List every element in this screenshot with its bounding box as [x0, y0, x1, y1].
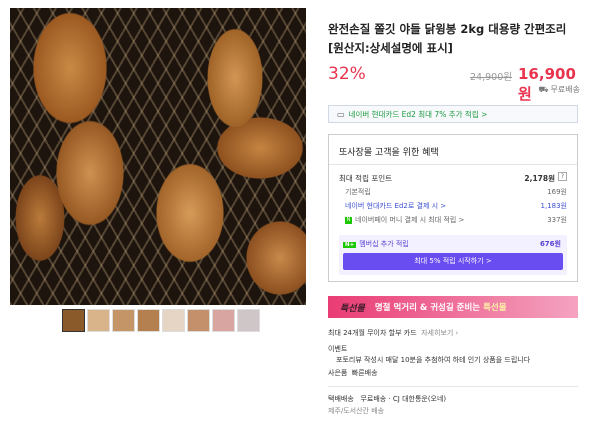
max-points-value: 2,178원	[524, 174, 555, 183]
divider	[329, 164, 577, 165]
thumbnail[interactable]	[137, 309, 160, 332]
promo-text-highlight: 특선몰	[483, 303, 507, 313]
membership-label: N+ 멤버십 추가 적립	[343, 239, 409, 249]
promo-banner[interactable]: 특선몰 명절 먹거리 & 귀성길 준비는 특선몰	[328, 296, 578, 318]
membership-text: 멤버십 추가 적립	[359, 240, 409, 248]
divider	[328, 386, 578, 387]
product-main-image	[10, 8, 306, 305]
credit-card-icon: ▭	[337, 109, 345, 119]
benefit-value: 337원	[547, 216, 567, 224]
shipping-label: 무료배송	[550, 85, 580, 94]
benefit-row[interactable]: 네이버 현대카드 Ed2로 결제 시 > 1,183원	[339, 201, 567, 211]
thumbnail[interactable]	[87, 309, 110, 332]
benefit-box: 또사장몰 고객을 위한 혜택 최대 적립 포인트 2,178원 ? 기본적립 1…	[328, 134, 578, 282]
delivery-row: 택배배송 무료배송 · CJ 대한통운(오네)	[328, 394, 446, 404]
gift-text: 빠른배송	[351, 369, 378, 377]
thumbnail[interactable]	[162, 309, 185, 332]
benefit-value: 169원	[547, 188, 567, 196]
max-points-row: 최대 적립 포인트 2,178원 ?	[339, 172, 567, 184]
thumbnail-strip	[62, 309, 260, 332]
help-icon[interactable]: ?	[558, 172, 567, 181]
benefit-row: 기본적립 169원	[339, 187, 567, 197]
event-text: 포토리뷰 작성시 매달 10분을 추첨하여 하테 인기 상품을 드립니다	[336, 356, 531, 364]
delivery-extra: 제주/도서산간 배송	[328, 407, 385, 415]
benefit-label: 기본적립	[345, 188, 371, 196]
benefit-value: 1,183원	[540, 202, 567, 210]
original-price: 24,900원	[470, 72, 512, 83]
product-title: 완전손질 쫄깃 야들 닭윙봉 2kg 대용량 간편조리 [원산지:상세설명에 표…	[328, 22, 567, 55]
card-promo-banner[interactable]: ▭ 네이버 현대카드 Ed2 최대 7% 추가 적립 >	[328, 105, 578, 123]
membership-box: N+ 멤버십 추가 적립 676원 최대 5% 적립 시작하기 >	[339, 235, 567, 275]
card-promo-text: 네이버 현대카드 Ed2 최대 7% 추가 적립 >	[348, 109, 488, 119]
truck-icon: ⛟	[538, 85, 549, 94]
delivery-text: 무료배송 · CJ 대한통운(오네)	[360, 395, 447, 403]
promo-logo: 특선몰	[340, 303, 365, 314]
benefit-row[interactable]: N 네이버페이 머니 결제 시 최대 적립 > 337원	[339, 215, 567, 225]
installment-row: 최대 24개월 무이자 할부 카드 자세히보기 ›	[328, 328, 458, 338]
membership-value: 676원	[539, 240, 561, 248]
benefit-title: 또사장몰 고객을 위한 혜택	[339, 148, 439, 158]
naver-plus-badge: N+	[343, 242, 357, 248]
delivery-label: 택배배송	[328, 395, 354, 403]
benefit-link[interactable]: 네이버 현대카드 Ed2로 결제 시 >	[345, 202, 446, 210]
thumbnail[interactable]	[212, 309, 235, 332]
thumbnail[interactable]	[62, 309, 85, 332]
naverpay-icon: N	[345, 216, 352, 224]
gift-label: 사은품	[328, 369, 348, 377]
benefit-link[interactable]: 네이버페이 머니 결제 시 최대 적립 >	[355, 216, 464, 224]
gift-row: 사은품 빠른배송	[328, 368, 378, 378]
promo-text-main: 명절 먹거리 & 귀성길 준비는	[374, 303, 484, 313]
event-label: 이벤트	[328, 345, 348, 353]
promo-text: 명절 먹거리 & 귀성길 준비는 특선몰	[375, 301, 507, 313]
max-points-label: 최대 적립 포인트	[339, 174, 393, 183]
details-link[interactable]: 자세히보기	[421, 329, 453, 337]
membership-start-button[interactable]: 최대 5% 적립 시작하기 >	[343, 253, 563, 270]
shipping-info: ⛟ 무료배송	[538, 84, 580, 95]
chevron-right-icon: ›	[453, 329, 459, 337]
installment-label: 최대 24개월 무이자 할부 카드	[328, 329, 417, 337]
discount-rate: 32%	[328, 64, 366, 84]
thumbnail[interactable]	[237, 309, 260, 332]
thumbnail[interactable]	[112, 309, 135, 332]
thumbnail[interactable]	[187, 309, 210, 332]
